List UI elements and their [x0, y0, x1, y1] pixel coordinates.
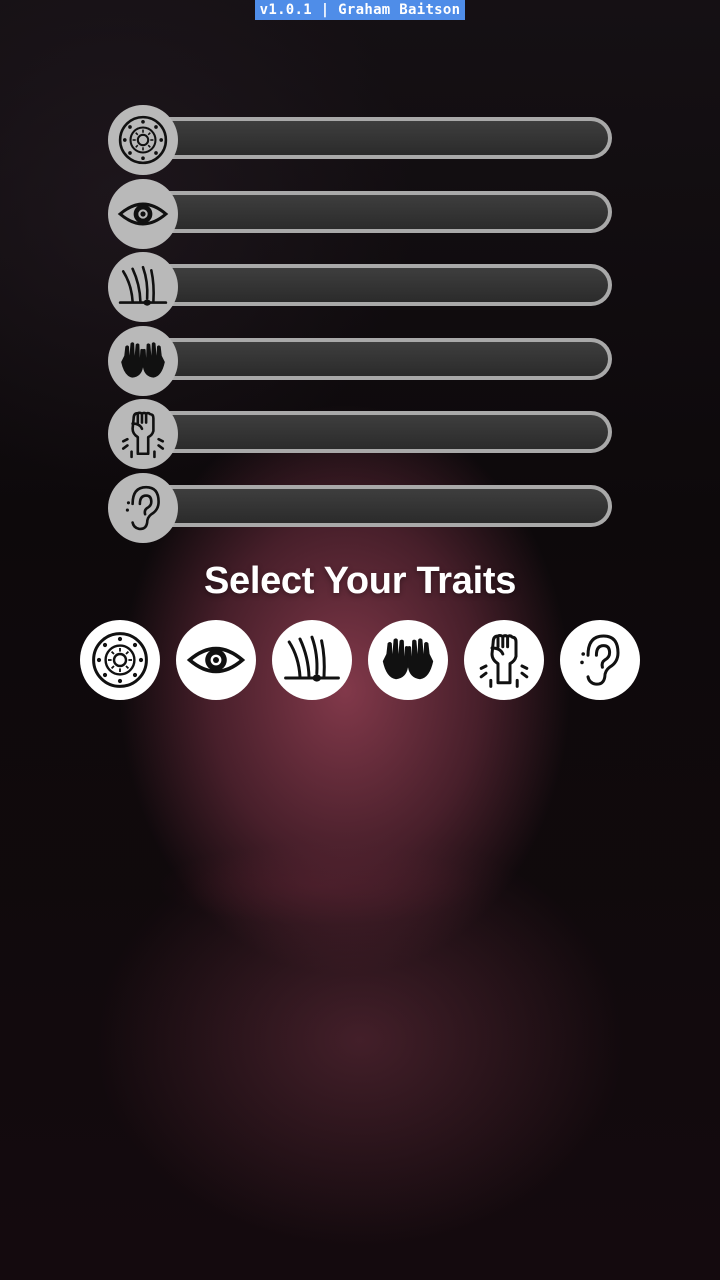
trait-bar-track: [138, 411, 612, 453]
zodiac-wheel-icon: [92, 632, 148, 688]
trait-bars: [108, 104, 612, 545]
trait-bar-hair: [108, 251, 612, 323]
trait-bar-ear: [108, 472, 612, 544]
trait-bar-track: [138, 117, 612, 159]
trait-bar-track: [138, 190, 612, 233]
trait-selector: [80, 620, 640, 700]
trait-bar-track: [138, 337, 612, 380]
eye-icon: [108, 178, 178, 249]
trait-bar-zodiac: [108, 104, 612, 176]
hands-icon: [382, 638, 434, 680]
ear-icon: [580, 634, 620, 686]
raised-fist-icon: [108, 399, 178, 469]
trait-bar-eye: [108, 178, 612, 250]
hair-follicle-icon: [284, 635, 340, 682]
trait-button-hands[interactable]: [368, 620, 448, 700]
trait-button-hair[interactable]: [272, 620, 352, 700]
trait-button-eye[interactable]: [176, 620, 256, 700]
hair-follicle-icon: [108, 252, 178, 322]
hands-icon: [108, 325, 178, 396]
eye-icon: [186, 646, 246, 674]
page-title: Select Your Traits: [203, 560, 517, 602]
raised-fist-icon: [479, 634, 529, 688]
trait-bar-hands: [108, 325, 612, 397]
trait-bar-fist: [108, 398, 612, 470]
trait-bar-track: [138, 264, 612, 306]
trait-bar-track: [138, 484, 612, 527]
trait-button-zodiac[interactable]: [80, 620, 160, 700]
version-badge: v1.0.1 | Graham Baitson: [255, 0, 465, 20]
zodiac-wheel-icon: [108, 105, 178, 175]
trait-button-ear[interactable]: [560, 620, 640, 700]
trait-button-fist[interactable]: [464, 620, 544, 700]
ear-icon: [108, 472, 178, 543]
